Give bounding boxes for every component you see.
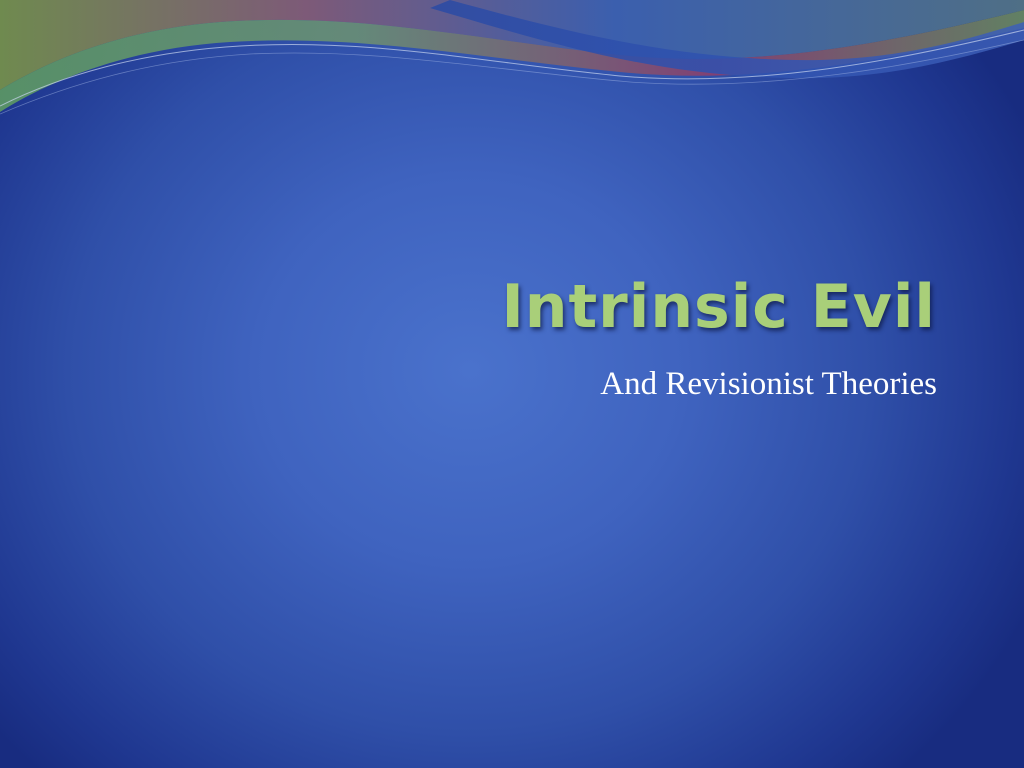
- decorative-wave-header: [0, 0, 1024, 115]
- slide-title: Intrinsic Evil: [501, 272, 936, 342]
- slide-subtitle: And Revisionist Theories: [600, 366, 937, 402]
- presentation-slide: Intrinsic Evil And Revisionist Theories: [0, 0, 1024, 768]
